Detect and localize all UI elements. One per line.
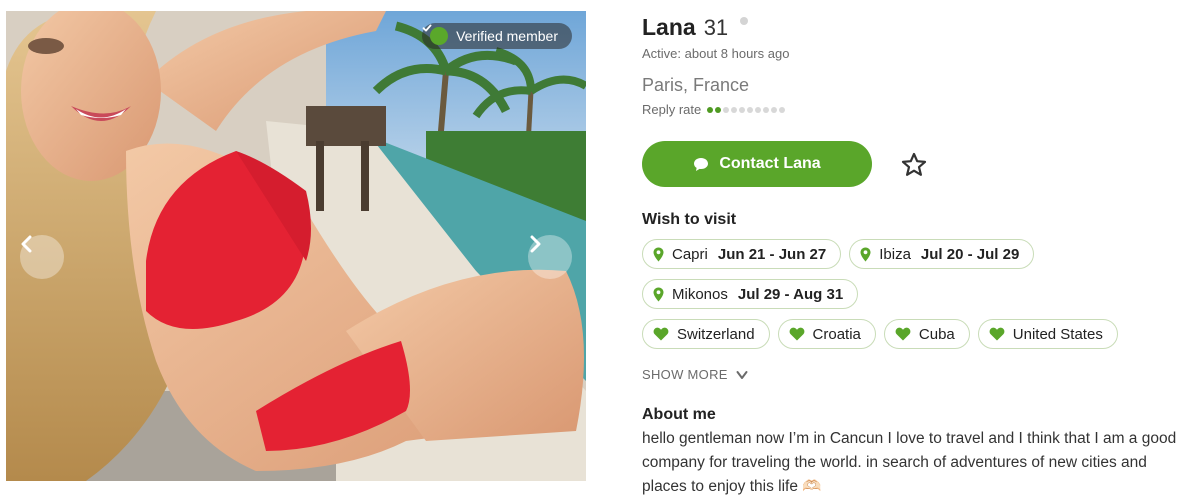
about-me-title: About me [642,406,716,423]
trip-place: Ibiza [879,245,911,263]
show-more-label: SHOW MORE [642,367,728,382]
country-name: United States [1012,325,1103,343]
profile-photo[interactable]: Verified member [6,11,586,481]
favorite-button[interactable] [900,150,928,178]
reply-rate-meter [707,106,786,113]
heart-icon [895,327,911,341]
trip-list: Capri Jun 21 - Jun 27 Ibiza Jul 20 - Jul 29… [642,239,1182,311]
country-chip[interactable]: Croatia [777,319,876,349]
trip-dates: Jul 29 - Aug 31 [737,285,844,303]
trip-dates: Jun 21 - Jun 27 [717,245,827,263]
country-list: Switzerland Croatia Cuba United States [642,319,1182,349]
reply-rate-dot [723,106,730,113]
reply-rate: Reply rate [642,102,1182,117]
location-pin-icon [860,247,871,261]
location-pin-icon [653,287,664,301]
check-icon [422,24,449,45]
profile-name: Lana [642,14,696,40]
next-photo-button[interactable] [528,235,572,279]
location-pin-icon [653,247,664,261]
reply-rate-dot [739,106,746,113]
trip-place: Mikonos [672,285,728,303]
profile-location: Paris, France [642,75,750,95]
reply-rate-dot [731,106,738,113]
trip-place: Capri [672,245,708,263]
chevron-right-icon [530,235,541,253]
reply-rate-dot [707,106,714,113]
name-row: Lana 31 [642,14,1182,44]
reply-rate-dot [771,106,778,113]
last-active: Active: about 8 hours ago [642,46,790,61]
country-chip[interactable]: Switzerland [642,319,770,349]
photo-illustration [6,11,586,481]
profile-age: 31 [703,15,729,40]
trip-dates: Jul 20 - Jul 29 [920,245,1020,263]
country-name: Switzerland [677,325,755,343]
previous-photo-button[interactable] [20,235,64,279]
verified-label: Verified member [456,28,558,44]
country-chip[interactable]: United States [977,319,1118,349]
country-name: Cuba [918,325,955,343]
country-name: Croatia [812,325,861,343]
reply-rate-dot [779,106,786,113]
online-status-dot [740,17,749,25]
wish-to-visit-title: Wish to visit [642,211,737,228]
about-me-text: hello gentleman now I’m in Cancun I love… [642,430,1177,495]
reply-rate-dot [747,106,754,113]
trip-chip[interactable]: Mikonos Jul 29 - Aug 31 [642,279,859,309]
heart-icon [989,327,1005,341]
heart-icon [653,327,669,341]
reply-rate-label: Reply rate [642,102,702,117]
country-chip[interactable]: Cuba [883,319,970,349]
contact-button-label: Contact Lana [719,155,821,172]
reply-rate-dot [715,106,722,113]
heart-icon [789,327,804,341]
profile-actions: Contact Lana [642,141,1182,187]
reply-rate-dot [763,106,770,113]
trip-chip[interactable]: Ibiza Jul 20 - Jul 29 [849,239,1035,269]
reply-rate-dot [755,106,762,113]
chevron-left-icon [21,235,32,253]
chat-bubble-icon [694,157,709,171]
chevron-down-icon [736,370,748,379]
verified-badge: Verified member [422,23,572,49]
show-more-button[interactable]: SHOW MORE [642,367,762,382]
profile-info: Lana 31 Active: about 8 hours ago Paris,… [642,14,1182,499]
trip-chip[interactable]: Capri Jun 21 - Jun 27 [642,239,842,269]
contact-button[interactable]: Contact Lana [642,141,872,187]
star-outline-icon [901,152,927,176]
